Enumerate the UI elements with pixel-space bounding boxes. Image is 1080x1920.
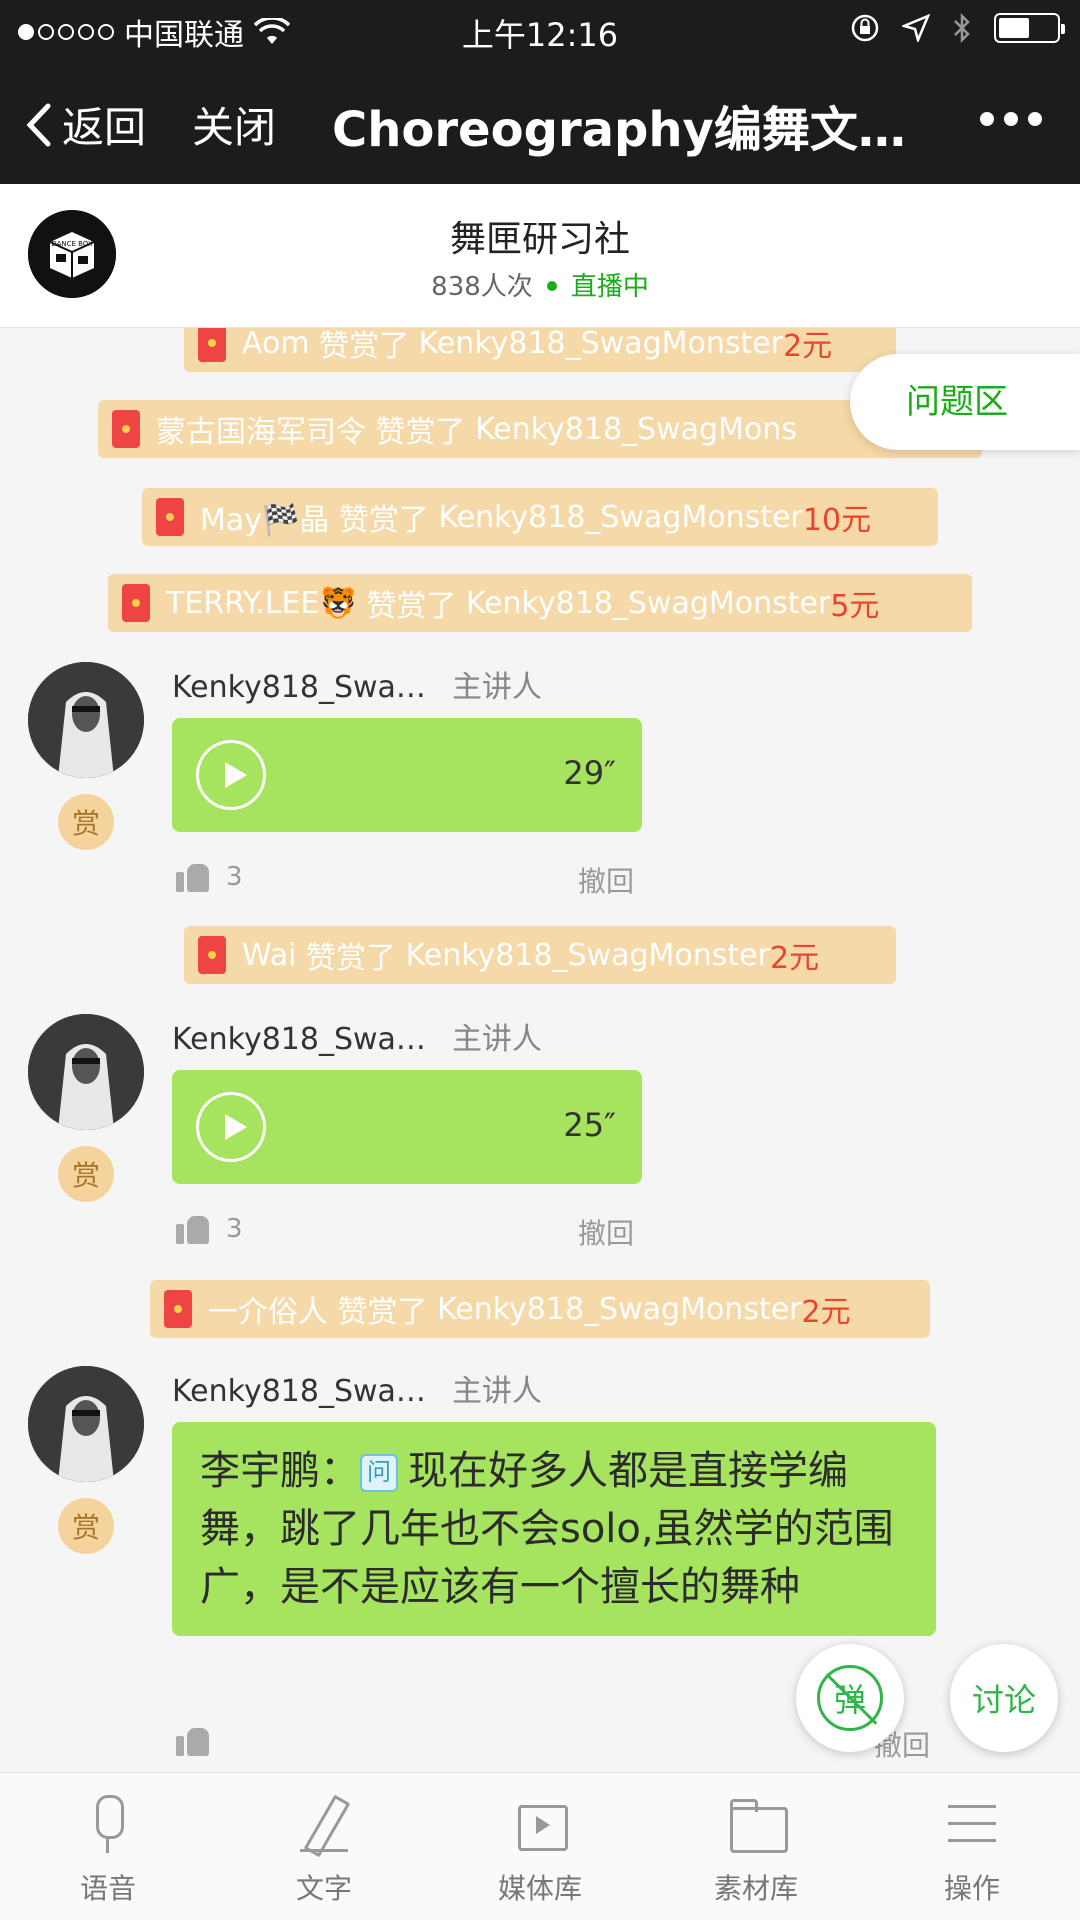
- sender-role: 主讲人: [451, 670, 542, 705]
- like-count: 3: [226, 1214, 243, 1244]
- microphone-icon: [76, 1793, 140, 1857]
- back-label: 返回: [62, 103, 147, 152]
- page-title: Choreography编舞文…: [332, 102, 906, 158]
- chat-area[interactable]: Aom 赞赏了 Kenky818_SwagMonster 2元 蒙古国海军司令 赞…: [0, 328, 1080, 1772]
- more-options-icon[interactable]: [980, 112, 1042, 126]
- toolbar-label: 素材库: [713, 1872, 798, 1905]
- bluetooth-icon: [954, 12, 970, 44]
- status-right: [850, 12, 1065, 44]
- sender-name: Kenky818_Swa…: [172, 670, 426, 705]
- media-icon: [508, 1793, 572, 1857]
- location-icon: [902, 14, 930, 42]
- toolbar-text[interactable]: 文字: [216, 1773, 432, 1920]
- tip-badge[interactable]: 赏: [58, 1498, 114, 1554]
- reward-notice: Aom 赞赏了 Kenky818_SwagMonster 2元: [184, 328, 896, 372]
- bottom-toolbar: 语音 文字 媒体库 素材库 操作: [0, 1772, 1080, 1920]
- toolbar-label: 语音: [79, 1872, 136, 1905]
- discuss-button[interactable]: 讨论: [950, 1644, 1058, 1752]
- thumbs-up-icon: [176, 1726, 210, 1756]
- thumbs-up-icon: [176, 1214, 210, 1244]
- red-envelope-icon: [164, 1290, 192, 1328]
- red-envelope-icon: [156, 498, 184, 536]
- sender-line: Kenky818_Swa… 主讲人: [172, 1366, 542, 1410]
- danmu-toggle-button[interactable]: 弹: [796, 1644, 904, 1752]
- live-status: 直播中: [570, 272, 649, 302]
- room-header: DANCE BOX 舞匣研习社 838人次 直播中: [0, 184, 1080, 328]
- tip-badge[interactable]: 赏: [58, 794, 114, 850]
- red-envelope-icon: [112, 410, 140, 448]
- like-button[interactable]: 3: [176, 862, 243, 892]
- voice-duration: 25″: [563, 1106, 616, 1144]
- play-icon[interactable]: [196, 740, 266, 810]
- chevron-left-icon: [26, 103, 51, 146]
- back-button[interactable]: 返回: [26, 94, 146, 155]
- room-meta: 838人次 直播中: [0, 266, 1080, 303]
- red-envelope-icon: [122, 584, 150, 622]
- viewer-count: 838人次: [431, 272, 533, 302]
- question-tag-icon: 问: [360, 1454, 398, 1492]
- play-icon[interactable]: [196, 1092, 266, 1162]
- red-envelope-icon: [198, 328, 226, 362]
- reward-notice: Wai 赞赏了 Kenky818_SwagMonster 2元: [184, 926, 896, 984]
- danmu-off-icon: 弹: [817, 1665, 883, 1731]
- toolbar-label: 文字: [295, 1872, 352, 1905]
- sender-line: Kenky818_Swa… 主讲人: [172, 662, 542, 706]
- battery-icon: [994, 13, 1065, 43]
- pen-icon: [292, 1793, 356, 1857]
- folder-icon: [724, 1793, 788, 1857]
- sender-role: 主讲人: [451, 1374, 542, 1409]
- live-indicator-icon: [546, 281, 557, 291]
- sender-line: Kenky818_Swa… 主讲人: [172, 1014, 542, 1058]
- room-name: 舞匣研习社: [449, 219, 630, 260]
- close-button[interactable]: 关闭: [192, 94, 276, 155]
- text-message[interactable]: 李宇鹏：问现在好多人都是直接学编舞，跳了几年也不会solo,虽然学的范围广，是不…: [172, 1422, 936, 1636]
- toolbar-voice[interactable]: 语音: [0, 1773, 216, 1920]
- reward-notice: 一介俗人 赞赏了 Kenky818_SwagMonster 2元: [150, 1280, 930, 1338]
- toolbar-media-library[interactable]: 媒体库: [432, 1773, 648, 1920]
- recall-button[interactable]: 撤回: [578, 1212, 634, 1252]
- red-envelope-icon: [198, 936, 226, 974]
- toolbar-asset-library[interactable]: 素材库: [648, 1773, 864, 1920]
- voice-message[interactable]: 29″: [172, 718, 642, 832]
- recall-button[interactable]: 撤回: [578, 860, 634, 900]
- menu-icon: [940, 1793, 1004, 1857]
- speaker-avatar[interactable]: [28, 1014, 144, 1130]
- speaker-avatar[interactable]: [28, 662, 144, 778]
- asker-name: 李宇鹏：: [200, 1448, 360, 1494]
- question-area-button[interactable]: 问题区: [850, 354, 1080, 450]
- voice-duration: 29″: [563, 754, 616, 792]
- like-button[interactable]: 3: [176, 1214, 243, 1244]
- nav-bar: 返回 关闭 Choreography编舞文…: [0, 58, 1080, 184]
- sender-name: Kenky818_Swa…: [172, 1022, 426, 1057]
- toolbar-actions[interactable]: 操作: [864, 1773, 1080, 1920]
- sender-role: 主讲人: [451, 1022, 542, 1057]
- reward-notice: May🏁晶 赞赏了 Kenky818_SwagMonster 10元: [142, 488, 938, 546]
- sender-name: Kenky818_Swa…: [172, 1374, 426, 1409]
- thumbs-up-icon: [176, 862, 210, 892]
- speaker-avatar[interactable]: [28, 1366, 144, 1482]
- like-count: 3: [226, 862, 243, 892]
- toolbar-label: 操作: [943, 1872, 1000, 1905]
- rotation-lock-icon: [851, 14, 879, 42]
- like-button[interactable]: [176, 1726, 210, 1756]
- toolbar-label: 媒体库: [497, 1872, 582, 1905]
- reward-notice: 蒙古国海军司令 赞赏了 Kenky818_SwagMons: [98, 400, 982, 458]
- reward-notice: TERRY.LEE🐯 赞赏了 Kenky818_SwagMonster 5元: [108, 574, 972, 632]
- voice-message[interactable]: 25″: [172, 1070, 642, 1184]
- status-bar: 中国联通 上午12:16: [0, 0, 1080, 58]
- tip-badge[interactable]: 赏: [58, 1146, 114, 1202]
